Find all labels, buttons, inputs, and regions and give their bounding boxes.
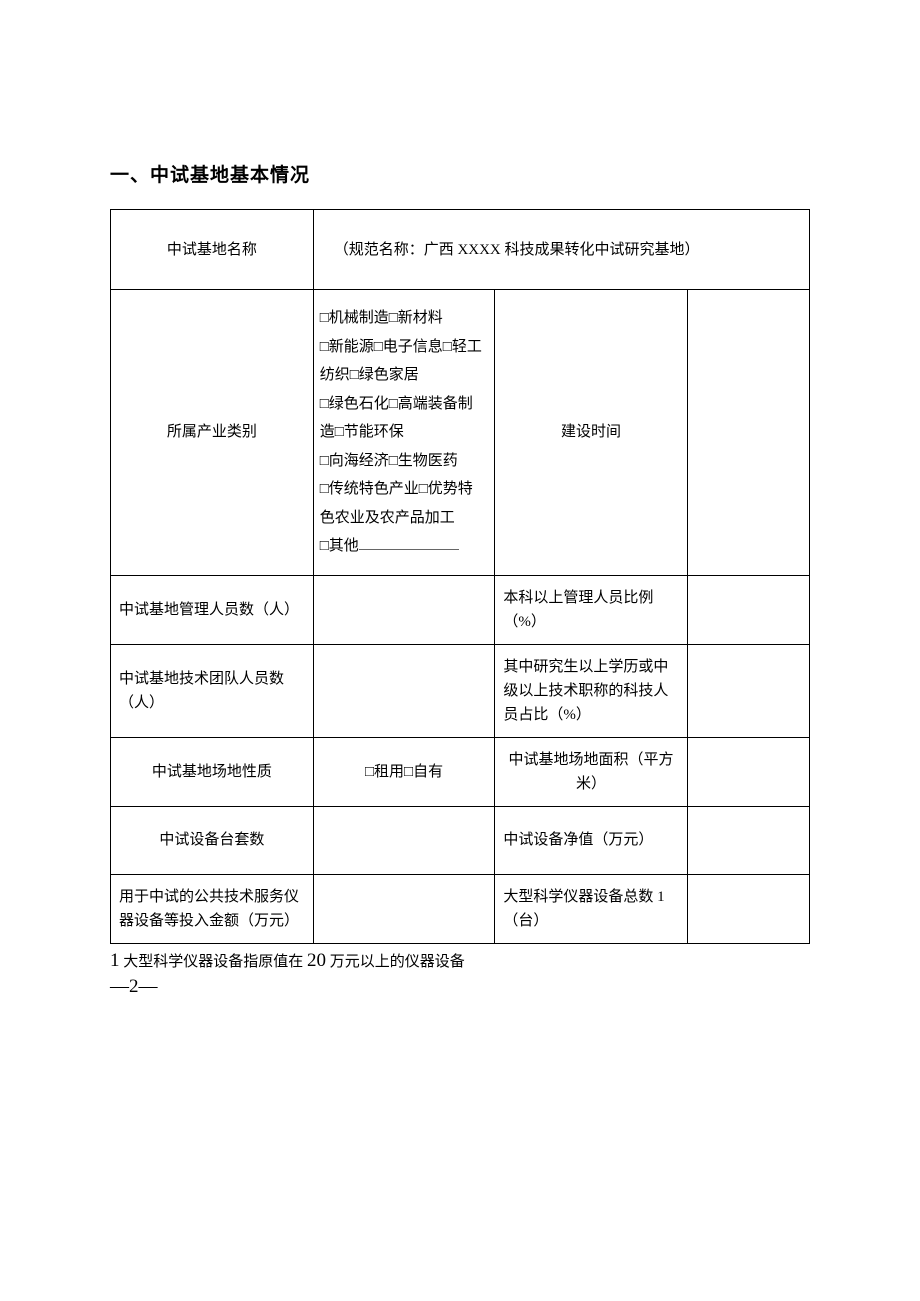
value-site-nature[interactable]: □租用□自有 [313, 737, 495, 806]
label-base-name: 中试基地名称 [111, 210, 314, 290]
checkbox-other-label: □其他 [320, 538, 359, 554]
footnote: 1 大型科学仪器设备指原值在 20 万元以上的仪器设备 [110, 946, 810, 976]
checkbox-line[interactable]: □传统特色产业□优势特色农业及农产品加工 [320, 475, 487, 532]
footnote-number: 1 [110, 950, 120, 971]
checkbox-line[interactable]: □机械制造□新材料 [320, 304, 487, 333]
table-row: 中试基地管理人员数（人） 本科以上管理人员比例（%） [111, 575, 810, 644]
basic-info-table: 中试基地名称 （规范名称：广西 XXXX 科技成果转化中试研究基地） 所属产业类… [110, 209, 810, 944]
other-fill-line[interactable] [359, 535, 459, 550]
label-construction-time: 建设时间 [495, 290, 687, 576]
value-large-instrument-count[interactable] [687, 874, 809, 943]
page-number: —2— [110, 976, 810, 998]
value-equipment-sets[interactable] [313, 806, 495, 874]
table-row: 用于中试的公共技术服务仪器设备等投入金额（万元） 大型科学仪器设备总数 1（台） [111, 874, 810, 943]
label-large-instrument-count: 大型科学仪器设备总数 1（台） [495, 874, 687, 943]
label-mgmt-bachelor-pct: 本科以上管理人员比例（%） [495, 575, 687, 644]
checkbox-line[interactable]: □绿色石化□高端装备制造□节能环保 [320, 390, 487, 447]
checkbox-line[interactable]: □向海经济□生物医药 [320, 447, 487, 476]
table-row: 中试设备台套数 中试设备净值（万元） [111, 806, 810, 874]
checkbox-line[interactable]: □新能源□电子信息□轻工纺织□绿色家居 [320, 333, 487, 390]
footnote-twenty: 20 [307, 950, 326, 971]
label-public-investment: 用于中试的公共技术服务仪器设备等投入金额（万元） [111, 874, 314, 943]
label-mgmt-staff: 中试基地管理人员数（人） [111, 575, 314, 644]
label-tech-team: 中试基地技术团队人员数（人） [111, 644, 314, 737]
value-equipment-netvalue[interactable] [687, 806, 809, 874]
value-mgmt-staff[interactable] [313, 575, 495, 644]
section-heading: 一、中试基地基本情况 [110, 160, 810, 187]
value-base-name[interactable]: （规范名称：广西 XXXX 科技成果转化中试研究基地） [313, 210, 809, 290]
value-site-area[interactable] [687, 737, 809, 806]
label-tech-grad-pct: 其中研究生以上学历或中级以上技术职称的科技人员占比（%） [495, 644, 687, 737]
table-row: 所属产业类别 □机械制造□新材料 □新能源□电子信息□轻工纺织□绿色家居 □绿色… [111, 290, 810, 576]
footnote-text-before: 大型科学仪器设备指原值在 [120, 954, 308, 970]
value-public-investment[interactable] [313, 874, 495, 943]
value-construction-time[interactable] [687, 290, 809, 576]
value-tech-grad-pct[interactable] [687, 644, 809, 737]
table-row: 中试基地名称 （规范名称：广西 XXXX 科技成果转化中试研究基地） [111, 210, 810, 290]
value-industry-category[interactable]: □机械制造□新材料 □新能源□电子信息□轻工纺织□绿色家居 □绿色石化□高端装备… [313, 290, 495, 576]
label-industry-category: 所属产业类别 [111, 290, 314, 576]
value-mgmt-bachelor-pct[interactable] [687, 575, 809, 644]
label-site-area: 中试基地场地面积（平方米） [495, 737, 687, 806]
label-equipment-netvalue: 中试设备净值（万元） [495, 806, 687, 874]
label-site-nature: 中试基地场地性质 [111, 737, 314, 806]
label-equipment-sets: 中试设备台套数 [111, 806, 314, 874]
value-tech-team[interactable] [313, 644, 495, 737]
checkbox-line[interactable]: □其他 [320, 532, 487, 561]
table-row: 中试基地技术团队人员数（人） 其中研究生以上学历或中级以上技术职称的科技人员占比… [111, 644, 810, 737]
footnote-text-after: 万元以上的仪器设备 [326, 954, 465, 970]
table-row: 中试基地场地性质 □租用□自有 中试基地场地面积（平方米） [111, 737, 810, 806]
